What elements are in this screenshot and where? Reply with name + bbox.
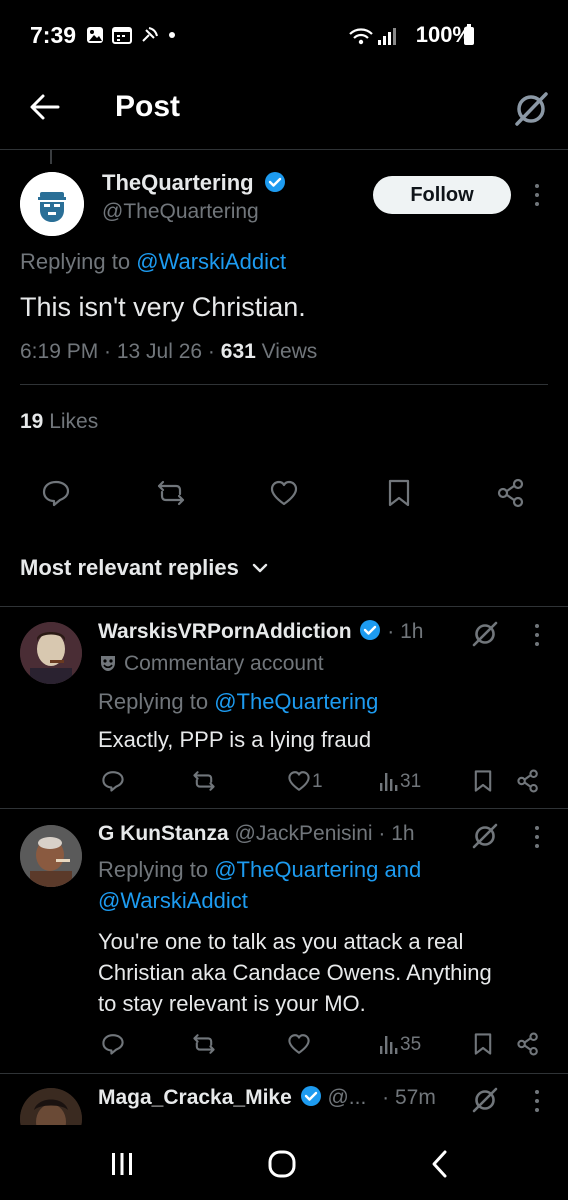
system-navigation-bar xyxy=(0,1125,568,1200)
repost-icon[interactable] xyxy=(156,478,186,508)
author-handle[interactable]: @TheQuartering xyxy=(102,200,259,224)
bookmark-icon[interactable] xyxy=(471,1032,495,1056)
like-heart-icon[interactable] xyxy=(269,478,299,508)
replies-sort-label: Most relevant replies xyxy=(20,555,239,580)
reply-avatar[interactable] xyxy=(20,622,82,684)
reply-header: G KunStanza @JackPenisini · 1h xyxy=(98,822,415,846)
author-avatar[interactable] xyxy=(20,172,84,236)
more-options-icon[interactable] xyxy=(534,184,540,210)
reply-icon[interactable] xyxy=(101,769,125,793)
more-options-icon[interactable] xyxy=(534,826,540,852)
bookmark-icon[interactable] xyxy=(384,478,414,508)
thread-connector-line xyxy=(50,150,52,164)
recent-apps-icon[interactable] xyxy=(109,1151,135,1177)
likes-summary[interactable]: 19 Likes xyxy=(20,410,98,434)
replying-to-link[interactable]: @TheQuartering and xyxy=(214,857,421,882)
reply-text: Exactly, PPP is a lying fraud xyxy=(98,727,372,752)
home-icon[interactable] xyxy=(267,1149,297,1179)
back-arrow-icon[interactable] xyxy=(28,90,62,124)
chevron-down-icon xyxy=(252,563,268,573)
views-count: 631 xyxy=(220,340,256,363)
status-time: 7:39 xyxy=(30,22,77,48)
view-count: 31 xyxy=(400,771,422,792)
reply-author-handle[interactable]: @... xyxy=(327,1086,366,1109)
reply-replying-to: Replying to @TheQuartering xyxy=(98,689,379,714)
follow-button[interactable]: Follow xyxy=(373,176,511,214)
page-title: Post xyxy=(115,90,181,123)
reply-header: Maga_Cracka_Mike @... · 57m xyxy=(98,1086,436,1110)
like-heart-icon[interactable] xyxy=(287,1032,311,1056)
reply-time: · 1h xyxy=(378,822,415,845)
reply-time: · 57m xyxy=(382,1086,436,1109)
replying-to-line: Replying to @WarskiAddict xyxy=(20,249,287,274)
theater-mask-icon xyxy=(101,656,115,671)
grok-icon[interactable] xyxy=(471,620,499,648)
calendar-icon xyxy=(112,27,132,44)
reply-author-name[interactable]: Maga_Cracka_Mike xyxy=(98,1086,292,1109)
replying-to-link[interactable]: @TheQuartering xyxy=(214,689,378,714)
divider xyxy=(0,1073,568,1074)
status-notification-icons xyxy=(86,26,176,44)
wifi-signal-icon xyxy=(349,28,396,45)
divider xyxy=(20,384,548,385)
more-options-icon[interactable] xyxy=(534,624,540,650)
share-icon[interactable] xyxy=(496,478,526,508)
reply-replying-to: Replying to @TheQuartering and xyxy=(98,857,422,882)
views-chart-icon[interactable] xyxy=(378,1032,402,1056)
replies-sort-dropdown[interactable]: Most relevant replies xyxy=(20,555,269,581)
satellite-icon xyxy=(142,27,158,42)
likes-count: 19 xyxy=(20,410,44,433)
replying-to-link[interactable]: @WarskiAddict xyxy=(98,888,248,914)
reply-icon[interactable] xyxy=(101,1032,125,1056)
share-icon[interactable] xyxy=(516,769,540,793)
image-icon xyxy=(87,27,103,43)
reply-text: You're one to talk as you attack a real … xyxy=(98,929,492,1016)
like-count: 1 xyxy=(312,771,323,792)
grok-icon[interactable] xyxy=(471,822,499,850)
grok-icon[interactable] xyxy=(512,90,550,128)
reply-author-name[interactable]: G KunStanza xyxy=(98,822,229,845)
post-meta: 6:19 PM · 13 Jul 26 · 631 Views xyxy=(20,340,318,363)
system-back-icon[interactable] xyxy=(428,1149,452,1179)
views-chart-icon[interactable] xyxy=(378,769,402,793)
reply-author-name[interactable]: WarskisVRPornAddiction xyxy=(98,620,352,643)
bearded-face-logo-icon xyxy=(20,172,84,236)
commentary-badge: Commentary account xyxy=(98,652,324,676)
divider xyxy=(0,808,568,809)
reply-avatar[interactable] xyxy=(20,825,82,887)
commentary-label: Commentary account xyxy=(124,652,324,675)
verified-badge-icon xyxy=(264,172,285,193)
top-header: Post xyxy=(0,72,568,150)
verified-badge-icon xyxy=(300,1086,321,1107)
post-text: This isn't very Christian. xyxy=(20,292,306,322)
replying-to-link[interactable]: @WarskiAddict xyxy=(136,249,286,274)
repost-icon[interactable] xyxy=(192,1032,216,1056)
user-photo-icon xyxy=(20,825,82,887)
bookmark-icon[interactable] xyxy=(471,769,495,793)
dot-icon xyxy=(169,32,175,38)
battery-icon xyxy=(464,24,474,45)
grok-icon[interactable] xyxy=(471,1086,499,1114)
verified-badge-icon xyxy=(360,620,381,641)
reply-icon[interactable] xyxy=(41,478,71,508)
status-bar: 7:39 100% xyxy=(0,0,568,72)
user-photo-icon xyxy=(20,622,82,684)
share-icon[interactable] xyxy=(516,1032,540,1056)
repost-icon[interactable] xyxy=(192,769,216,793)
reply-time: · 1h xyxy=(387,620,424,643)
author-name-row: TheQuartering xyxy=(102,170,286,196)
like-heart-icon[interactable] xyxy=(287,769,311,793)
view-count: 35 xyxy=(400,1034,422,1055)
author-name[interactable]: TheQuartering xyxy=(102,170,254,195)
reply-header: WarskisVRPornAddiction · 1h xyxy=(98,620,423,644)
reply-author-handle[interactable]: @JackPenisini xyxy=(235,822,373,845)
more-options-icon[interactable] xyxy=(534,1090,540,1116)
divider xyxy=(0,606,568,607)
